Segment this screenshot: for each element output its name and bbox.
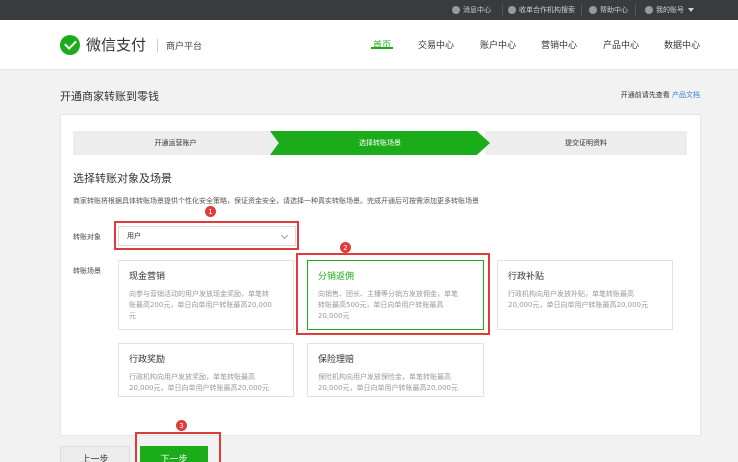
help-center-link[interactable]: 帮助中心 bbox=[589, 0, 628, 20]
scene-card-insurance-claim[interactable]: 保险理赔 保险机构向用户发放保险金，单笔转账最高 20,000元，单日向单用户转… bbox=[307, 343, 484, 397]
nav-home[interactable]: 首页 bbox=[373, 38, 391, 51]
scene-title: 行政奖励 bbox=[129, 355, 166, 365]
message-center-label: 消息中心 bbox=[463, 6, 491, 14]
section-description: 商家转账将根据具体转账场景提供个性化安全策略，保证资金安全，请选择一种真实转账场… bbox=[73, 197, 479, 205]
scene-desc: 保险机构向用户发放保险金，单笔转账最高 bbox=[318, 373, 451, 381]
scene-desc: 向参与营销活动的用户发放现金奖励，单笔转 bbox=[129, 290, 269, 298]
annotation-box-scene bbox=[296, 253, 490, 335]
annotation-badge: 1 bbox=[205, 206, 216, 217]
scene-desc: 账最高200元，单日向单用户转账最高20,000 bbox=[129, 301, 272, 309]
step-choose-scene: 选择转账场景 bbox=[270, 131, 490, 155]
my-account-menu[interactable]: 我的账号 bbox=[645, 0, 694, 20]
product-doc-link[interactable]: 产品文档 bbox=[672, 91, 700, 99]
step-open-account: 开通运营账户 bbox=[73, 131, 278, 155]
wechat-pay-logo-icon[interactable] bbox=[60, 35, 80, 55]
scene-desc: 20,000元，单日向单用户转账最高20,000元 bbox=[129, 384, 269, 392]
scene-card-cash-marketing[interactable]: 现金营销 向参与营销活动的用户发放现金奖励，单笔转 账最高200元，单日向单用户… bbox=[118, 260, 294, 330]
doc-hint: 开通前请先查看 产品文档 bbox=[621, 90, 700, 100]
annotation-box-next bbox=[135, 432, 221, 462]
platform-label: 商户平台 bbox=[166, 42, 203, 52]
scene-desc: 行政机构向用户发放补贴，单笔转账最高 bbox=[508, 290, 634, 298]
acquirer-search-link[interactable]: 收单合作机构搜索 bbox=[508, 0, 575, 20]
annotation-box-target bbox=[114, 221, 299, 250]
nav-marketing-center[interactable]: 营销中心 bbox=[541, 38, 577, 51]
step-submit-proof: 提交证明资料 bbox=[485, 131, 687, 155]
nav-trade-center[interactable]: 交易中心 bbox=[418, 38, 454, 51]
scene-title: 保险理赔 bbox=[318, 355, 355, 365]
doc-hint-text: 开通前请先查看 bbox=[620, 91, 670, 99]
caret-down-icon bbox=[688, 8, 694, 12]
scene-desc: 行政机构向用户发放奖励，单笔转账最高 bbox=[129, 373, 255, 381]
scene-title: 现金营销 bbox=[129, 272, 166, 282]
scene-card-admin-subsidy[interactable]: 行政补贴 行政机构向用户发放补贴，单笔转账最高 20,000元，单日向单用户转账… bbox=[497, 260, 673, 330]
divider bbox=[502, 4, 503, 16]
nav-active-indicator bbox=[371, 47, 393, 49]
section-title: 选择转账对象及场景 bbox=[73, 172, 172, 185]
divider bbox=[635, 4, 636, 16]
step-progress: 开通运营账户 提交证明资料 选择转账场景 bbox=[73, 131, 687, 155]
annotation-badge: 3 bbox=[176, 420, 187, 431]
scene-title: 行政补贴 bbox=[508, 272, 545, 282]
scene-label: 转账场景 bbox=[73, 267, 101, 275]
message-icon bbox=[452, 6, 460, 14]
scene-desc: 20,000元，单日向单用户转账最高20,000元 bbox=[318, 384, 458, 392]
annotation-badge: 2 bbox=[340, 242, 351, 253]
nav-product-center[interactable]: 产品中心 bbox=[603, 38, 639, 51]
help-icon bbox=[589, 6, 597, 14]
divider bbox=[157, 39, 158, 52]
user-icon bbox=[645, 6, 653, 14]
acquirer-search-label: 收单合作机构搜索 bbox=[519, 6, 575, 14]
message-center-link[interactable]: 消息中心 bbox=[452, 0, 491, 20]
scene-card-admin-reward[interactable]: 行政奖励 行政机构向用户发放奖励，单笔转账最高 20,000元，单日向单用户转账… bbox=[118, 343, 294, 397]
scene-desc: 20,000元，单日向单用户转账最高20,000元 bbox=[508, 301, 648, 309]
main-header: 微信支付 商户平台 首页 交易中心 账户中心 营销中心 产品中心 数据中心 bbox=[0, 20, 738, 70]
nav-data-center[interactable]: 数据中心 bbox=[664, 38, 700, 51]
my-account-label: 我的账号 bbox=[656, 6, 684, 14]
divider bbox=[581, 4, 582, 16]
nav-account-center[interactable]: 账户中心 bbox=[480, 38, 516, 51]
search-icon bbox=[508, 6, 516, 14]
logo-text[interactable]: 微信支付 bbox=[86, 34, 146, 55]
page-title: 开通商家转账到零钱 bbox=[60, 90, 159, 103]
target-label: 转账对象 bbox=[73, 233, 101, 241]
scene-desc: 元 bbox=[129, 312, 136, 320]
help-center-label: 帮助中心 bbox=[600, 6, 628, 14]
prev-step-button[interactable]: 上一步 bbox=[60, 446, 130, 462]
top-bar: 消息中心 收单合作机构搜索 帮助中心 我的账号 bbox=[0, 0, 738, 20]
